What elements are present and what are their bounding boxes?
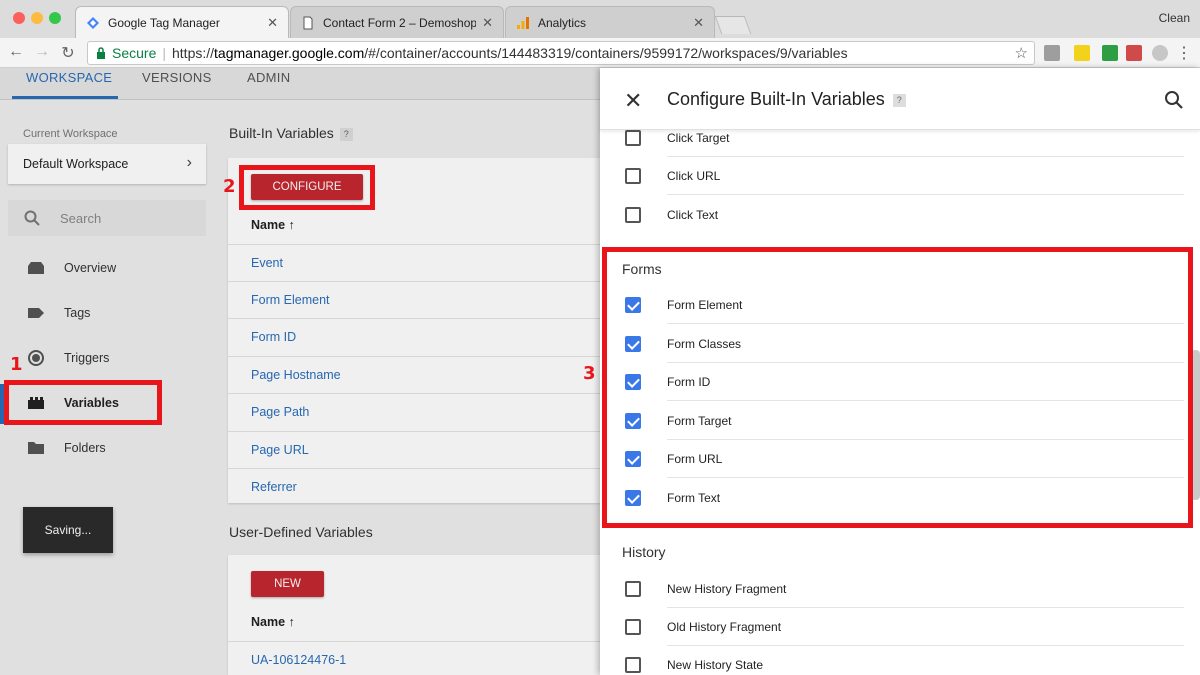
checkbox[interactable] [625, 657, 641, 673]
close-icon[interactable]: ✕ [624, 88, 642, 114]
analytics-logo-icon [517, 16, 529, 29]
browser-tab-analytics[interactable]: Analytics ✕ [505, 6, 715, 38]
address-bar: ← → ↻ Secure | https://tagmanager.google… [0, 38, 1200, 68]
browser-tab-bar: Google Tag Manager ✕ Contact Form 2 – De… [0, 0, 1200, 38]
extension-code-icon[interactable] [1044, 45, 1060, 61]
browser-tab-gtm[interactable]: Google Tag Manager ✕ [75, 6, 289, 38]
help-icon[interactable]: ? [892, 93, 906, 107]
extension-ghost-icon[interactable] [1152, 45, 1168, 61]
back-icon[interactable]: ← [6, 43, 26, 61]
history-group-title: History [622, 544, 666, 560]
checkbox-row-click-text[interactable]: Click Text [600, 196, 1200, 234]
panel-title: Configure Built-In Variables? [667, 89, 906, 110]
panel-header: ✕ Configure Built-In Variables? [600, 68, 1200, 130]
tab-title: Analytics [538, 15, 587, 30]
extension-flag-icon[interactable] [1126, 45, 1142, 61]
close-tab-icon[interactable]: ✕ [693, 15, 704, 31]
search-icon[interactable] [1164, 90, 1184, 110]
forward-icon[interactable]: → [32, 43, 52, 61]
reload-icon[interactable]: ↻ [58, 43, 78, 63]
tab-title: Google Tag Manager [108, 15, 220, 30]
minimize-window-button[interactable] [31, 12, 43, 24]
close-tab-icon[interactable]: ✕ [267, 15, 278, 31]
checkbox-label: Click Target [667, 131, 730, 145]
url-scheme: https:// [172, 45, 215, 61]
gtm-logo-icon [87, 16, 99, 29]
checkbox-row-old-history-fragment[interactable]: Old History Fragment [600, 608, 1200, 646]
url-field[interactable]: Secure | https://tagmanager.google.com/#… [87, 41, 1035, 65]
secure-label: Secure [112, 45, 157, 61]
annotation-box-forms [602, 247, 1193, 528]
checkbox-label: Click URL [667, 169, 721, 183]
checkbox[interactable] [625, 581, 641, 597]
close-window-button[interactable] [13, 12, 25, 24]
annotation-number: 3 [583, 363, 596, 384]
extension-tag-assistant-icon[interactable] [1102, 45, 1118, 61]
bookmark-star-icon[interactable]: ☆ [1015, 44, 1028, 62]
annotation-box-configure [239, 165, 375, 210]
checkbox-label: Old History Fragment [667, 620, 782, 634]
url-text: https://tagmanager.google.com/#/containe… [172, 45, 848, 61]
row-divider [667, 194, 1184, 195]
profile-name[interactable]: Clean [1159, 11, 1190, 25]
panel-title-text: Configure Built-In Variables [667, 89, 885, 109]
checkbox-row-new-history-fragment[interactable]: New History Fragment [600, 570, 1200, 608]
page-icon [303, 16, 313, 29]
checkbox-label: New History State [667, 658, 764, 672]
checkbox-label: Click Text [667, 208, 719, 222]
checkbox-row-click-url[interactable]: Click URL [600, 157, 1200, 195]
url-separator: | [162, 45, 166, 61]
checkbox-label: New History Fragment [667, 582, 787, 596]
close-tab-icon[interactable]: ✕ [482, 15, 493, 31]
checkbox-row-new-history-state[interactable]: New History State [600, 646, 1200, 675]
maximize-window-button[interactable] [49, 12, 61, 24]
checkbox[interactable] [625, 619, 641, 635]
checkbox[interactable] [625, 130, 641, 146]
extension-tag-icon[interactable] [1074, 45, 1090, 61]
annotation-number: 2 [223, 176, 236, 197]
browser-tab-contact-form[interactable]: Contact Form 2 – Demoshop ✕ [290, 6, 504, 38]
annotation-number: 1 [10, 354, 23, 375]
modal-backdrop[interactable] [0, 68, 600, 675]
new-tab-button[interactable] [714, 16, 752, 34]
tab-title: Contact Form 2 – Demoshop [323, 15, 477, 30]
url-host: tagmanager.google.com [214, 45, 365, 61]
lock-icon [97, 47, 105, 59]
url-path: /#/container/accounts/144483319/containe… [364, 45, 848, 61]
checkbox[interactable] [625, 207, 641, 223]
checkbox[interactable] [625, 168, 641, 184]
browser-menu-icon[interactable]: ⋮ [1176, 43, 1192, 63]
annotation-box-variables [4, 380, 162, 425]
